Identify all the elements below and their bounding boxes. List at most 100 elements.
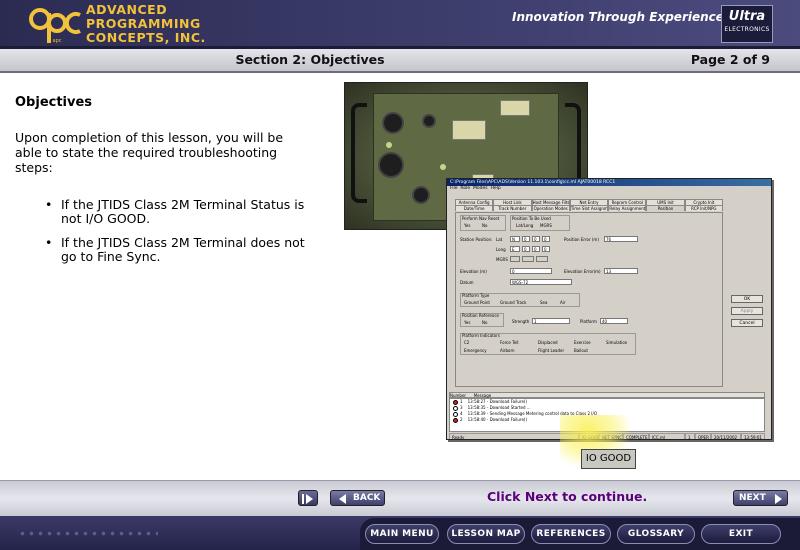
ultra-electronics-logo: Ultra ELECTRONICS [721,5,773,43]
position-error-field: 76 [604,236,638,242]
mgrs-field [510,256,520,262]
content-heading: Objectives [15,95,93,110]
connector-knob [382,112,404,134]
indicator-lamp [440,164,446,170]
menu-modes: Modes [472,186,488,191]
indicator-bailout: Bailout [574,348,588,353]
mgrs-field [522,256,534,262]
menu-file: File [450,186,458,191]
menu-help: Help [490,186,501,191]
replay-button[interactable] [298,490,318,506]
nav-reset-no: No [482,223,488,228]
position-used-label: Position To Be Used [512,216,551,221]
warning-label [500,100,530,116]
logo-letters: apc [53,38,62,44]
io-good-callout: IO GOOD [581,449,636,469]
config-tabs: Antenna Config Host Link Host Message Fi… [455,199,723,212]
footer-menu: MAIN MENU LESSON MAP REFERENCES GLOSSARY… [0,516,800,550]
company-name-line-2: PROGRAMMING [86,16,201,31]
tagline: Innovation Through Experience [512,10,724,24]
indicator-lamp [386,142,392,148]
lat-sec-field: 0 [542,236,550,242]
tab: RCP Init/NPG [684,205,723,211]
lat-label: Lat [496,237,503,242]
section-title: Section 2: Objectives [0,49,620,71]
long-hemisphere-field: E [510,246,520,252]
position-used-mgrs: MGRS [540,223,552,228]
status-date: 20/11/2002 [711,433,741,439]
platform-type-ground-point: Ground Point [464,300,490,305]
next-button[interactable]: NEXT [733,490,788,506]
software-screenshot: C:\Program Files\APC\ADS\Version 11.103.… [446,178,772,440]
platform-indicators-label: Platform Indicators [462,333,500,338]
long-min-field: 0 [532,246,540,252]
elevation-label: Elevation (m) [460,269,487,274]
long-deg-field: 0 [522,246,530,252]
tab: Track Number [493,205,532,211]
list-item: If the JTIDS Class 2M Terminal does not … [45,236,310,264]
company-name-line-1: ADVANCED [86,2,168,17]
status-file: ICC.ml [649,433,685,439]
tab: Date/Time [455,205,494,211]
platform-label: Platform [580,319,597,324]
app-header: apc ADVANCED PROGRAMMING CONCEPTS, INC. … [0,0,800,49]
indicator-emergency: Emergency [464,348,487,353]
platform-field: 40 [600,318,628,324]
next-button-label: NEXT [739,493,766,503]
intro-paragraph: Upon completion of this lesson, you will… [15,130,284,175]
platform-type-ground-track: Ground Track [500,300,527,305]
position-reference-label: Position Reference [462,313,499,318]
references-button[interactable]: REFERENCES [531,524,611,544]
indicator-force-tell: Force Tell [500,340,519,345]
exit-button[interactable]: EXIT [701,524,781,544]
apc-logo-icon: apc [29,8,81,44]
lesson-map-button[interactable]: LESSON MAP [447,524,525,544]
datum-label: Datum [460,280,474,285]
window-menubar: File Role Modes Help [447,186,771,192]
back-button[interactable]: BACK [330,490,385,506]
nav-reset-label: Perform Nav Reset [462,216,500,221]
main-menu-button[interactable]: MAIN MENU [365,524,439,544]
replay-bar-icon [302,494,304,504]
position-used-latlong: Lat/Long [516,223,534,228]
lat-deg-field: 0 [522,236,530,242]
status-oper: OPER [695,433,711,439]
log-message: 13:58:40 - Download Failure() [467,417,528,422]
nav-reset-yes: Yes [464,223,471,228]
objectives-list: If the JTIDS Class 2M Terminal Status is… [45,198,310,274]
ok-button: OK [731,295,763,303]
platform-type-sea: Sea [540,300,548,305]
apply-button: Apply [731,307,763,315]
info-icon [453,411,458,417]
continue-instruction: Click Next to continue. [487,489,648,504]
page-counter: Page 2 of 9 [690,52,770,67]
back-arrow-icon [339,494,346,504]
platform-type-label: Platform Type [462,293,490,298]
indicator-displaced: Displaced [538,340,558,345]
connector-knob [412,186,430,204]
status-time: 13:59:01 [741,433,765,439]
strength-select: 1 [532,318,570,324]
position-reference-yes: Yes [464,320,471,325]
mgrs-field [536,256,548,262]
station-position-label: Station Position: [460,237,493,242]
play-icon [306,494,313,504]
log-number: 2 [460,417,463,422]
long-sec-field: 0 [542,246,550,252]
datum-select: WGS-72 [510,279,572,285]
glossary-button[interactable]: GLOSSARY [617,524,695,544]
warning-label [452,120,486,140]
section-title-text: Section 2: Objectives [235,52,385,67]
elevation-error-label: Elevation Error(m) [564,269,601,274]
window-title: C:\Program Files\APC\ADS\Version 11.103.… [447,179,771,186]
next-arrow-icon [775,494,782,504]
decorative-dots [18,529,158,539]
tab: Time Slot Assignment [569,205,609,211]
lat-min-field: 0 [532,236,540,242]
tab: Operation Modes [531,205,570,211]
back-button-label: BACK [353,493,381,503]
position-reference-no: No [482,320,488,325]
section-bar: Section 2: Objectives Page 2 of 9 [0,49,800,73]
list-item: If the JTIDS Class 2M Terminal Status is… [45,198,310,226]
indicator-exercise: Exercise [574,340,591,345]
